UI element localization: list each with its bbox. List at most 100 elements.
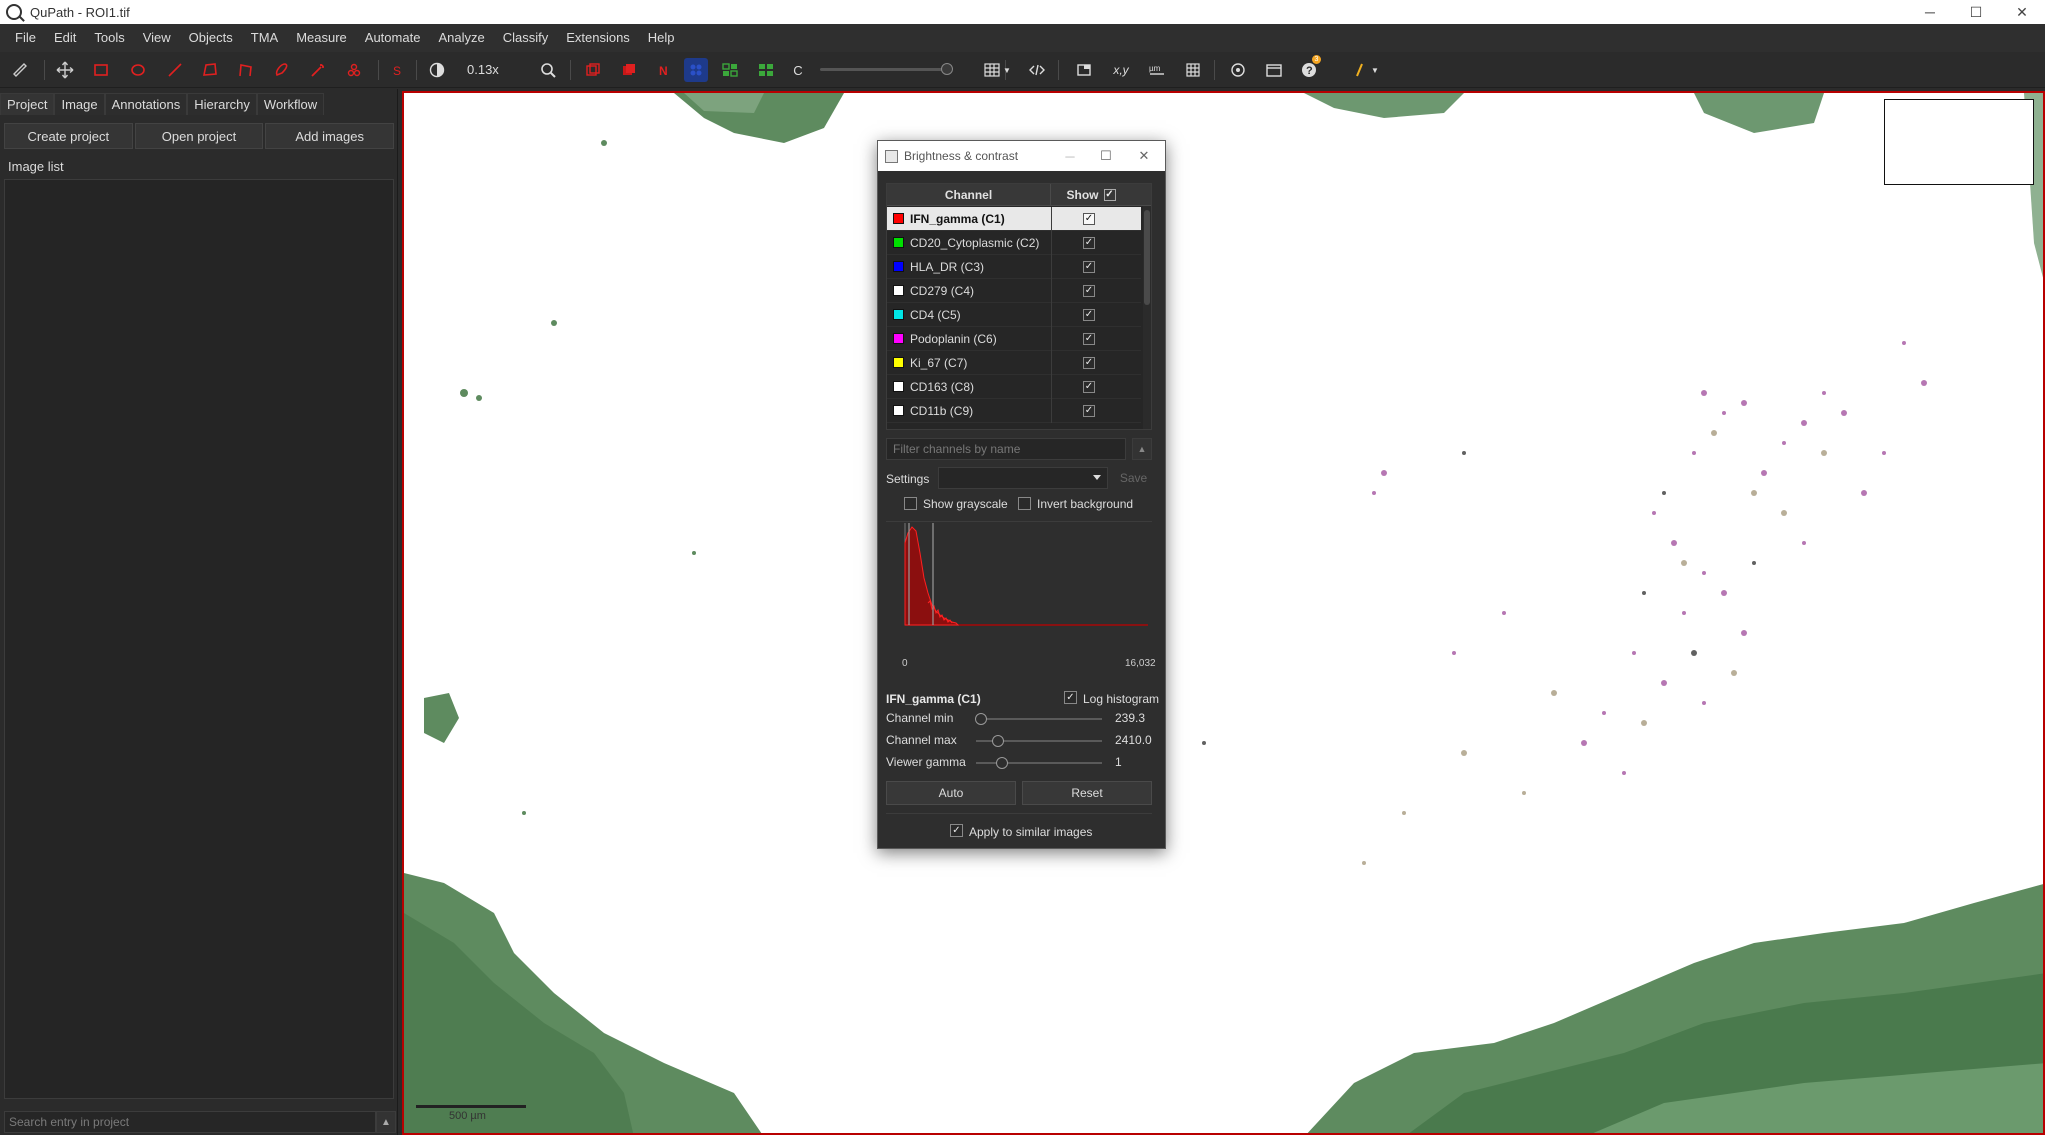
ellipse-tool-icon[interactable]: [126, 58, 150, 82]
apply-similar-checkbox[interactable]: ✓: [950, 824, 963, 837]
channel-color-swatch[interactable]: [893, 237, 904, 248]
channel-row[interactable]: IFN_gamma (C1) ✓: [887, 207, 1141, 231]
points-tool-icon[interactable]: [342, 58, 366, 82]
show-column-header[interactable]: Show ✓: [1051, 184, 1131, 205]
menu-tma[interactable]: TMA: [242, 24, 287, 52]
log-icon[interactable]: [1226, 58, 1250, 82]
tab-workflow[interactable]: Workflow: [256, 93, 325, 115]
channel-show-checkbox[interactable]: ✓: [1083, 405, 1095, 417]
channel-show-checkbox[interactable]: ✓: [1083, 309, 1095, 321]
selection-mode-icon[interactable]: S: [384, 58, 408, 82]
channel-color-swatch[interactable]: [893, 333, 904, 344]
line-tool-icon[interactable]: [163, 58, 187, 82]
channel-show-checkbox[interactable]: ✓: [1083, 357, 1095, 369]
channel-show-checkbox[interactable]: ✓: [1083, 333, 1095, 345]
menu-classify[interactable]: Classify: [494, 24, 558, 52]
menu-objects[interactable]: Objects: [180, 24, 242, 52]
brush-tool-icon[interactable]: [270, 58, 294, 82]
channel-row[interactable]: CD20_Cytoplasmic (C2) ✓: [887, 231, 1141, 255]
menu-view[interactable]: View: [134, 24, 180, 52]
channel-row[interactable]: CD279 (C4) ✓: [887, 279, 1141, 303]
menu-measure[interactable]: Measure: [287, 24, 356, 52]
menu-help[interactable]: Help: [639, 24, 684, 52]
help-icon[interactable]: ? 3: [1297, 55, 1321, 82]
menu-extensions[interactable]: Extensions: [557, 24, 639, 52]
viewer-gamma-knob[interactable]: [996, 757, 1008, 769]
brightness-contrast-icon[interactable]: [425, 58, 449, 82]
dialog-minimize-button[interactable]: ─: [1051, 141, 1089, 171]
script-editor-icon[interactable]: [1025, 58, 1049, 82]
open-project-button[interactable]: Open project: [134, 123, 264, 149]
image-list[interactable]: [4, 179, 394, 1099]
channel-row[interactable]: HLA_DR (C3) ✓: [887, 255, 1141, 279]
maximize-button[interactable]: ☐: [1953, 0, 1999, 24]
fill-detections-icon[interactable]: [754, 58, 778, 82]
channel-show-checkbox[interactable]: ✓: [1083, 261, 1095, 273]
menu-tools[interactable]: Tools: [85, 24, 133, 52]
menu-analyze[interactable]: Analyze: [429, 24, 493, 52]
show-detections-icon[interactable]: [718, 58, 742, 82]
log-histogram-checkbox[interactable]: ✓: [1064, 691, 1077, 704]
channel-row[interactable]: CD4 (C5) ✓: [887, 303, 1141, 327]
tab-annotations[interactable]: Annotations: [104, 93, 188, 115]
filter-channels-input[interactable]: Filter channels by name: [886, 438, 1126, 460]
channel-histogram[interactable]: [886, 523, 1152, 653]
channel-max-value[interactable]: 2410.0: [1115, 733, 1152, 747]
grid-options-icon[interactable]: ▼: [980, 58, 1014, 82]
channel-color-swatch[interactable]: [893, 405, 904, 416]
image-viewer[interactable]: 500 µm: [402, 91, 2045, 1135]
command-list-icon[interactable]: [1262, 58, 1286, 82]
show-pixel-classification-icon[interactable]: C: [786, 58, 810, 82]
show-names-icon[interactable]: N: [652, 58, 676, 82]
channel-row[interactable]: Podoplanin (C6) ✓: [887, 327, 1141, 351]
move-tool-icon[interactable]: [53, 58, 77, 82]
reset-button[interactable]: Reset: [1022, 781, 1152, 805]
opacity-slider-track[interactable]: [820, 68, 950, 71]
settings-dropdown[interactable]: [938, 467, 1108, 489]
minimize-button[interactable]: ─: [1907, 0, 1953, 24]
tab-project[interactable]: Project: [0, 93, 55, 115]
fill-annotations-icon[interactable]: [617, 58, 641, 82]
channel-show-checkbox[interactable]: ✓: [1083, 285, 1095, 297]
show-annotations-icon[interactable]: [581, 58, 605, 82]
channel-min-slider[interactable]: [976, 718, 1102, 720]
menu-file[interactable]: File: [6, 24, 45, 52]
search-options-icon[interactable]: ▲: [376, 1111, 396, 1133]
add-images-button[interactable]: Add images: [265, 123, 395, 149]
channel-show-checkbox[interactable]: ✓: [1083, 213, 1095, 225]
invert-background-checkbox[interactable]: [1018, 497, 1031, 510]
channel-color-swatch[interactable]: [893, 261, 904, 272]
dialog-close-button[interactable]: ✕: [1125, 141, 1163, 171]
measure-tool-icon[interactable]: [8, 58, 32, 82]
channel-row[interactable]: Ki_67 (C7) ✓: [887, 351, 1141, 375]
channel-row[interactable]: CD11b (C9) ✓: [887, 399, 1141, 423]
channel-color-swatch[interactable]: [893, 357, 904, 368]
polygon-tool-icon[interactable]: [198, 58, 222, 82]
close-window-button[interactable]: ✕: [1999, 0, 2045, 24]
channel-color-swatch[interactable]: [893, 381, 904, 392]
channel-color-swatch[interactable]: [893, 309, 904, 320]
overview-icon[interactable]: [1072, 58, 1096, 82]
rectangle-tool-icon[interactable]: [89, 58, 113, 82]
show-grayscale-checkbox[interactable]: [904, 497, 917, 510]
channel-color-swatch[interactable]: [893, 213, 904, 224]
channel-min-knob[interactable]: [975, 713, 987, 725]
dialog-maximize-button[interactable]: ☐: [1087, 141, 1125, 171]
tab-hierarchy[interactable]: Hierarchy: [187, 93, 257, 115]
opacity-slider-knob[interactable]: [941, 63, 953, 75]
polyline-tool-icon[interactable]: [234, 58, 258, 82]
channel-show-checkbox[interactable]: ✓: [1083, 381, 1095, 393]
overview-thumbnail[interactable]: [1884, 99, 2034, 185]
zoom-to-fit-icon[interactable]: [536, 58, 560, 82]
channel-show-checkbox[interactable]: ✓: [1083, 237, 1095, 249]
wand-tool-icon[interactable]: [306, 58, 330, 82]
viewer-gamma-slider[interactable]: [976, 762, 1102, 764]
save-settings-button[interactable]: Save: [1115, 467, 1152, 489]
tab-image[interactable]: Image: [54, 93, 105, 115]
channel-max-knob[interactable]: [992, 735, 1004, 747]
counting-grid-icon[interactable]: [1181, 58, 1205, 82]
viewer-gamma-value[interactable]: 1: [1115, 755, 1122, 769]
channel-min-value[interactable]: 239.3: [1115, 711, 1145, 725]
show-coordinates-icon[interactable]: x,y: [1106, 58, 1136, 82]
create-project-button[interactable]: Create project: [4, 123, 133, 149]
